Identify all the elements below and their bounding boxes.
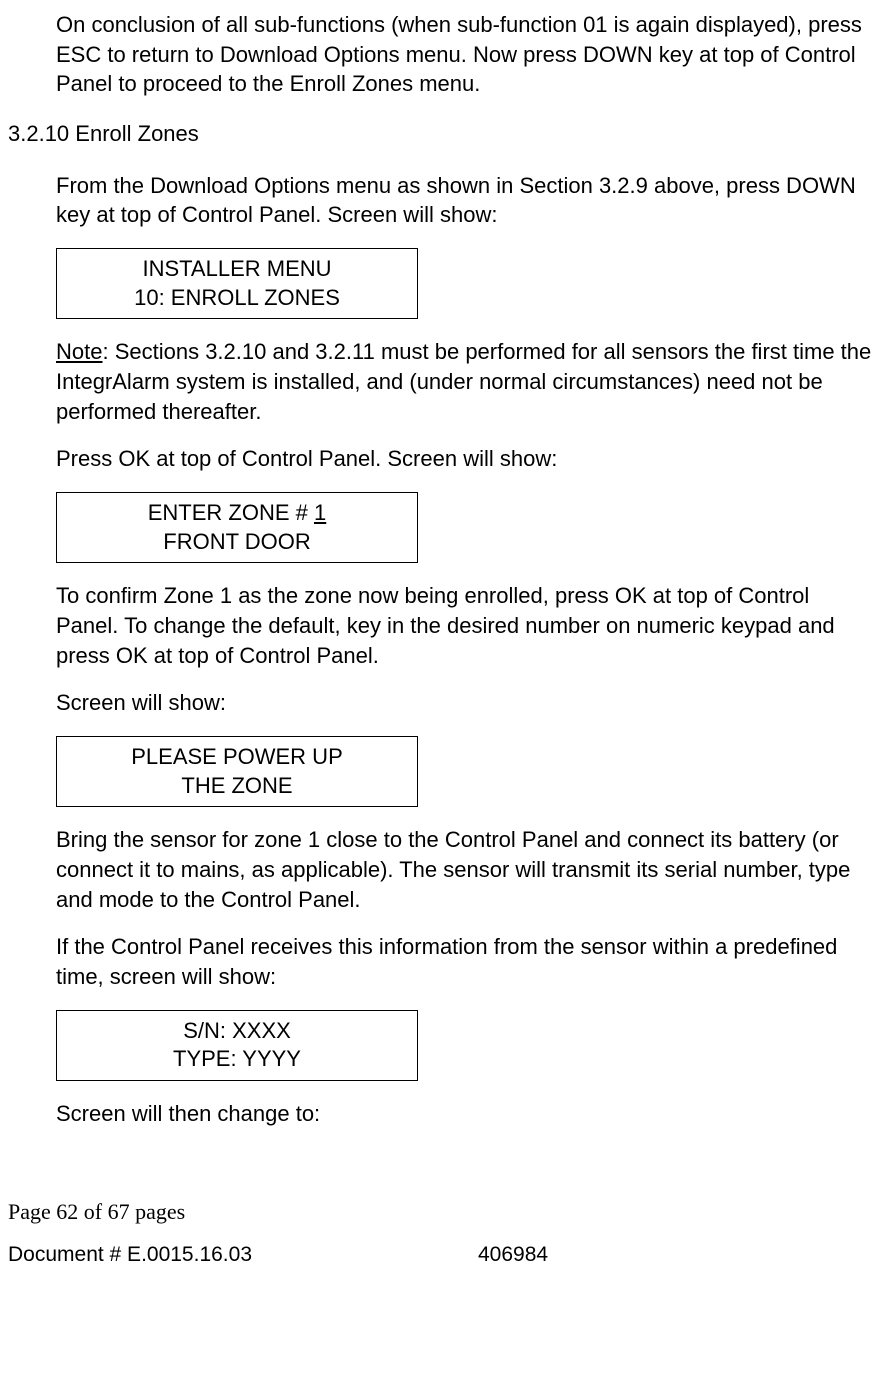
page-number: Page 62 of 67 pages [8, 1199, 873, 1225]
paragraph-3: To confirm Zone 1 as the zone now being … [56, 581, 873, 670]
lcd-line: S/N: XXXX [67, 1017, 407, 1046]
zone-number: 1 [314, 500, 326, 525]
paragraph-6: If the Control Panel receives this infor… [56, 932, 873, 991]
lcd-display-1: INSTALLER MENU 10: ENROLL ZONES [56, 248, 418, 319]
lcd-line: THE ZONE [67, 772, 407, 801]
lcd-line: TYPE: YYYY [67, 1045, 407, 1074]
lcd-display-4: S/N: XXXX TYPE: YYYY [56, 1010, 418, 1081]
note-paragraph: Note: Sections 3.2.10 and 3.2.11 must be… [56, 337, 873, 426]
lcd-display-2: ENTER ZONE # 1 FRONT DOOR [56, 492, 418, 563]
paragraph-5: Bring the sensor for zone 1 close to the… [56, 825, 873, 914]
note-label: Note [56, 339, 102, 364]
section-heading: 3.2.10 Enroll Zones [8, 119, 873, 149]
paragraph-4: Screen will show: [56, 688, 873, 718]
lcd-line: ENTER ZONE # 1 [67, 499, 407, 528]
paragraph-2: Press OK at top of Control Panel. Screen… [56, 444, 873, 474]
lcd-line: PLEASE POWER UP [67, 743, 407, 772]
lcd-display-3: PLEASE POWER UP THE ZONE [56, 736, 418, 807]
lcd-line: INSTALLER MENU [67, 255, 407, 284]
paragraph-7: Screen will then change to: [56, 1099, 873, 1129]
note-text: : Sections 3.2.10 and 3.2.11 must be per… [56, 339, 871, 423]
intro-paragraph: On conclusion of all sub-functions (when… [56, 10, 873, 99]
document-code: 406984 [478, 1243, 548, 1267]
paragraph-1: From the Download Options menu as shown … [56, 171, 873, 230]
zone-prefix: ENTER ZONE # [148, 500, 314, 525]
document-number: Document # E.0015.16.03 [8, 1243, 478, 1267]
lcd-line: 10: ENROLL ZONES [67, 284, 407, 313]
lcd-line: FRONT DOOR [67, 528, 407, 557]
page-footer: Page 62 of 67 pages Document # E.0015.16… [8, 1199, 873, 1267]
